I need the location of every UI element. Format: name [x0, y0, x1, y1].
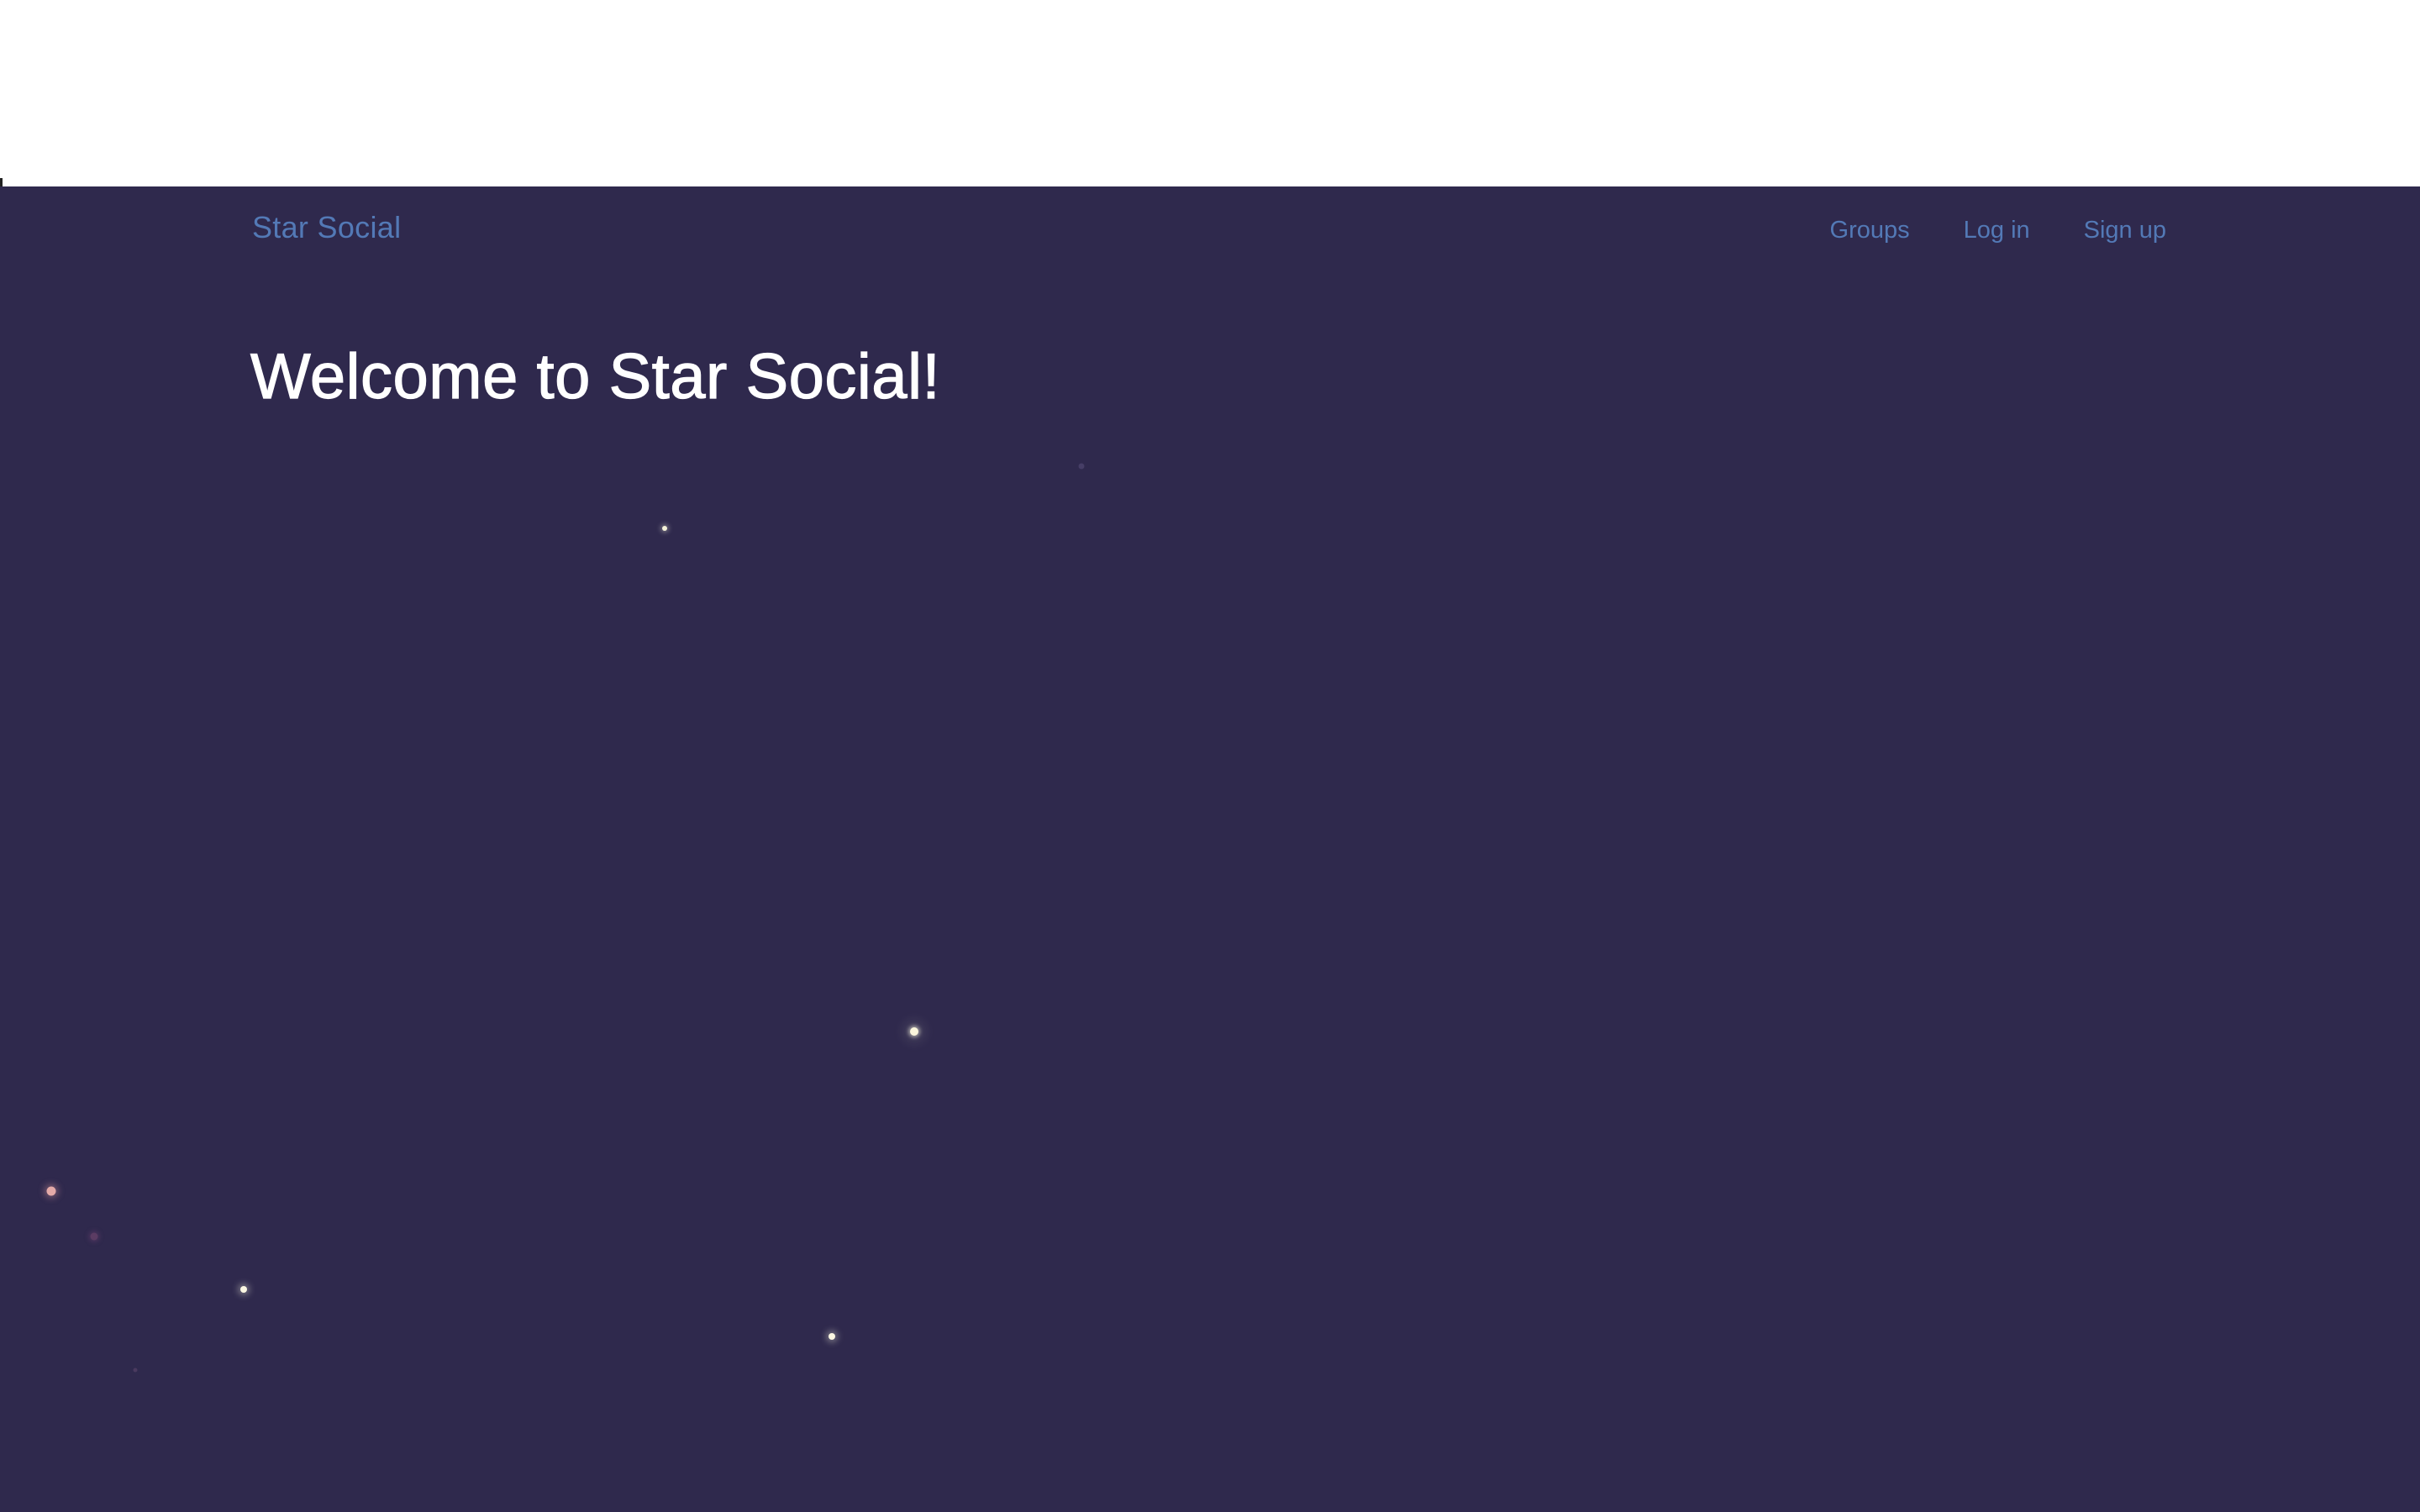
star-icon — [46, 1186, 56, 1196]
star-icon — [662, 526, 667, 531]
nav-links: Groups Log in Sign up — [1830, 217, 2166, 244]
star-icon — [829, 1333, 835, 1340]
star-icon — [90, 1232, 98, 1241]
brand-link[interactable]: Star Social — [252, 210, 401, 245]
star-icon — [910, 1027, 918, 1036]
navbar: Star Social Groups Log in Sign up — [0, 186, 2420, 279]
star-icon — [133, 1368, 138, 1373]
nav-link-login[interactable]: Log in — [1964, 217, 2030, 244]
star-icon — [1078, 463, 1085, 470]
nav-link-groups[interactable]: Groups — [1830, 217, 1910, 244]
nav-link-signup[interactable]: Sign up — [2084, 217, 2166, 244]
text-cursor — [0, 178, 3, 186]
top-blank-area — [0, 0, 2420, 186]
star-icon — [240, 1286, 247, 1293]
page-title: Welcome to Star Social! — [250, 340, 941, 412]
starry-background: Star Social Groups Log in Sign up Welcom… — [0, 186, 2420, 1512]
